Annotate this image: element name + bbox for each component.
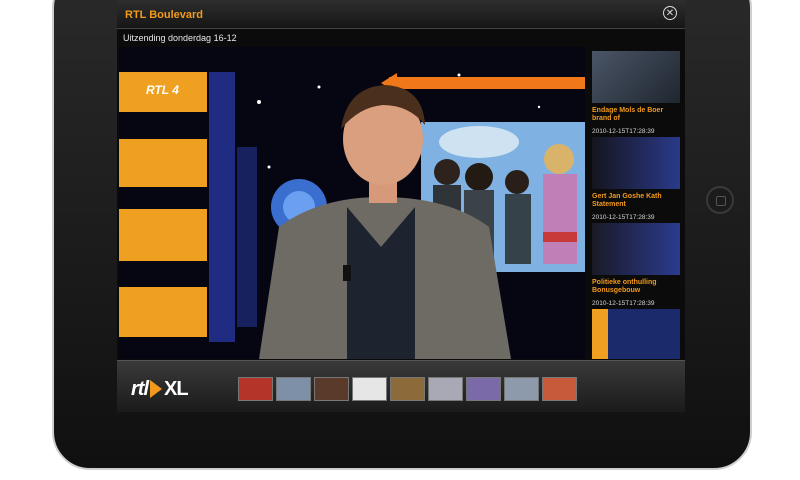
logo-rtl-text: rtl bbox=[131, 377, 149, 400]
video-thumbnail[interactable] bbox=[592, 51, 680, 103]
strip-thumbnail[interactable] bbox=[352, 377, 387, 401]
video-thumbnail[interactable] bbox=[592, 137, 680, 189]
strip-thumbnail[interactable] bbox=[276, 377, 311, 401]
thumbnail-bar: rtl XL bbox=[117, 360, 685, 412]
play-chevron-icon bbox=[150, 380, 162, 398]
close-icon[interactable]: ✕ bbox=[663, 6, 677, 20]
strip-thumbnail[interactable] bbox=[466, 377, 501, 401]
video-thumbnail[interactable] bbox=[592, 309, 680, 359]
strip-thumbnail[interactable] bbox=[542, 377, 577, 401]
related-videos-sidebar: Endage Mols de Boer brand of 2010-12-15T… bbox=[589, 47, 685, 359]
strip-thumbnail[interactable] bbox=[504, 377, 539, 401]
logo-xl-text: XL bbox=[164, 377, 189, 400]
video-date: 2010-12-15T17:28:39 bbox=[592, 300, 655, 307]
video-date: 2010-12-15T17:28:39 bbox=[592, 214, 655, 221]
strip-thumbnail[interactable] bbox=[238, 377, 273, 401]
screen: RTL Boulevard ✕ Uitzending donderdag 16-… bbox=[117, 0, 685, 412]
strip-thumbnail[interactable] bbox=[428, 377, 463, 401]
strip-thumbnail[interactable] bbox=[314, 377, 349, 401]
video-title: Gert Jan Goshe Kath Statement bbox=[592, 193, 662, 208]
title-bar: RTL Boulevard ✕ bbox=[117, 0, 685, 29]
thumbnail-strip bbox=[238, 377, 577, 401]
video-player[interactable]: RTL 4 bbox=[119, 47, 585, 359]
channel-logo: RTL 4 bbox=[146, 83, 179, 97]
broadcast-date: Uitzending donderdag 16-12 bbox=[123, 33, 237, 43]
app-title: RTL Boulevard bbox=[125, 9, 204, 21]
strip-thumbnail[interactable] bbox=[390, 377, 425, 401]
video-title: Endage Mols de Boer brand of bbox=[592, 107, 664, 122]
broadcast-bar: Uitzending donderdag 16-12 bbox=[117, 30, 685, 46]
home-button[interactable] bbox=[706, 186, 734, 214]
video-thumbnail[interactable] bbox=[592, 223, 680, 275]
video-date: 2010-12-15T17:28:39 bbox=[592, 128, 655, 135]
video-frame bbox=[119, 47, 585, 359]
video-title: Politieke onthulling Bonusgebouw bbox=[592, 279, 657, 294]
rtl-xl-logo[interactable]: rtl XL bbox=[131, 377, 189, 401]
